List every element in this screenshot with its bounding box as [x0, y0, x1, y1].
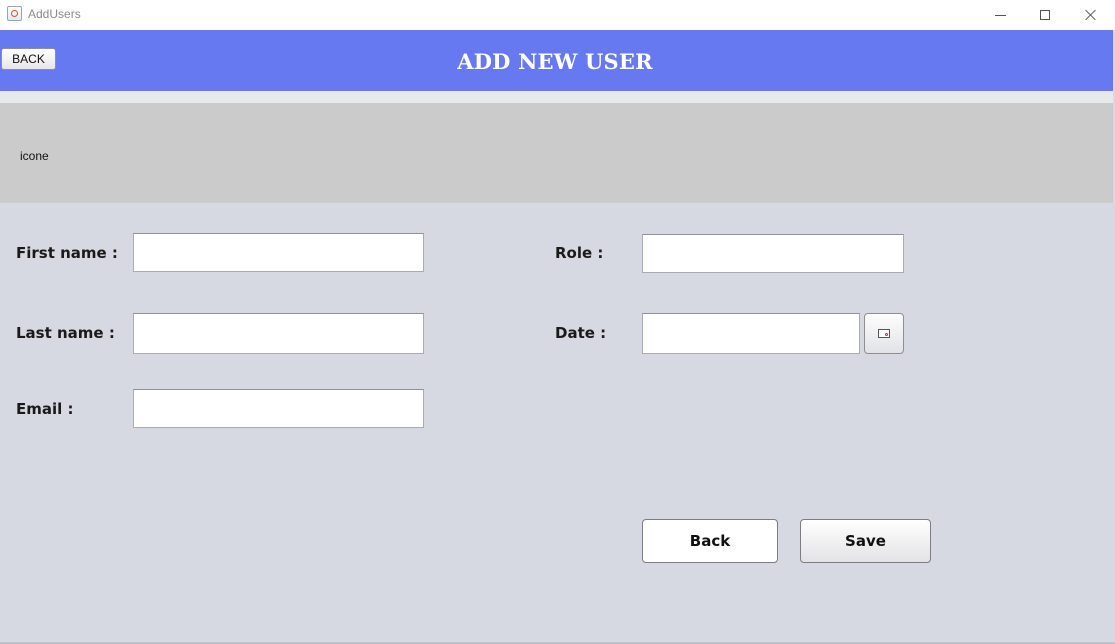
save-button[interactable]: Save	[800, 519, 931, 563]
close-button[interactable]	[1068, 0, 1114, 30]
role-label: Role :	[555, 244, 604, 262]
window-titlebar: AddUsers	[0, 0, 1115, 30]
header-divider	[0, 91, 1113, 103]
minimize-button[interactable]	[977, 0, 1023, 30]
last-name-label: Last name :	[16, 324, 115, 342]
role-input[interactable]	[642, 234, 904, 273]
date-picker-button[interactable]	[864, 313, 904, 354]
date-input[interactable]	[642, 313, 860, 354]
icon-placeholder-label: icone	[20, 149, 49, 163]
calendar-icon	[878, 329, 890, 338]
close-icon	[1085, 9, 1097, 21]
first-name-label: First name :	[16, 244, 118, 262]
maximize-button[interactable]	[1022, 0, 1068, 30]
maximize-icon	[1040, 10, 1050, 20]
minimize-icon	[994, 14, 1006, 16]
email-input[interactable]	[133, 389, 424, 428]
back-button[interactable]: Back	[642, 519, 778, 563]
java-app-icon	[7, 6, 22, 21]
icon-panel: icone	[0, 103, 1113, 203]
date-label: Date :	[555, 324, 607, 342]
header-back-button[interactable]: BACK	[1, 48, 56, 70]
page-header: ADD NEW USER	[0, 30, 1113, 91]
last-name-input[interactable]	[133, 313, 424, 354]
email-label: Email :	[16, 400, 74, 418]
page-title: ADD NEW USER	[457, 49, 653, 74]
first-name-input[interactable]	[133, 233, 424, 272]
window-title: AddUsers	[28, 7, 81, 21]
